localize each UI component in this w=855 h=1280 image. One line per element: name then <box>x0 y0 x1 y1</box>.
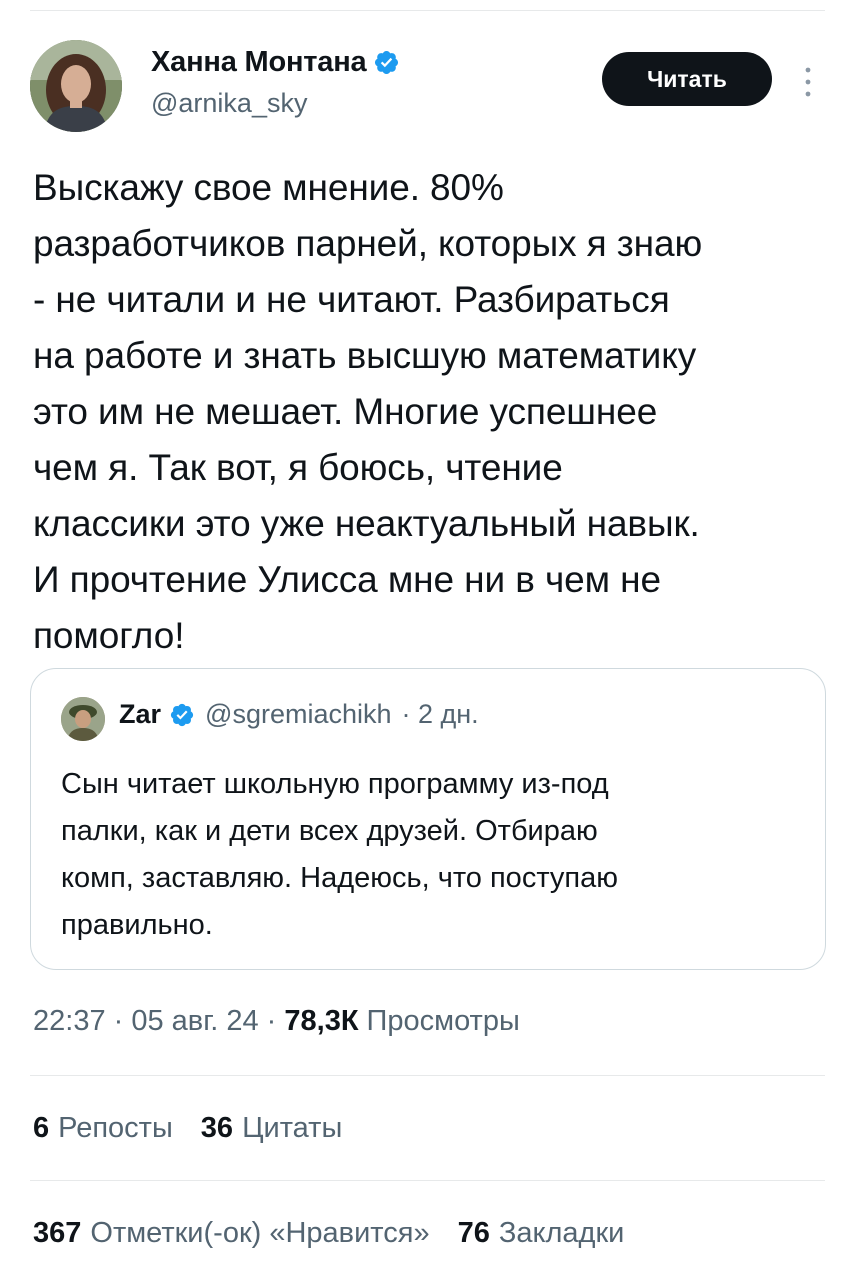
follow-button[interactable]: Читать <box>602 52 772 106</box>
tweet-meta: 22:37 · 05 авг. 24 · 78,3К Просмотры <box>33 1005 520 1038</box>
tweet-header: Ханна Монтана @arnika_sky Читать <box>30 40 825 140</box>
tweet-text: Выскажу свое мнение. 80% разработчиков п… <box>33 167 703 656</box>
views-count: 78,3К <box>284 1005 359 1037</box>
quote-age: · 2 дн. <box>401 699 479 729</box>
author-display-name[interactable]: Ханна Монтана <box>151 46 367 79</box>
author-handle[interactable]: @arnika_sky <box>151 88 307 119</box>
bookmarks-label[interactable]: Закладки <box>499 1217 625 1250</box>
verified-badge-icon <box>170 703 194 726</box>
more-options-icon[interactable] <box>798 62 818 102</box>
author-avatar[interactable] <box>30 40 122 132</box>
quote-text: Сын читает школьную программу из-под пал… <box>61 768 619 941</box>
reposts-label[interactable]: Репосты <box>58 1112 173 1145</box>
tweet-timestamp[interactable]: 22:37 · 05 авг. 24 · <box>33 1005 284 1038</box>
views-label: Просмотры <box>366 1005 520 1037</box>
quotes-label[interactable]: Цитаты <box>242 1112 342 1145</box>
stats-divider-top <box>30 1075 825 1076</box>
top-divider <box>30 10 825 11</box>
likes-label[interactable]: Отметки(-ок) «Нравится» <box>90 1217 429 1250</box>
likes-count[interactable]: 367 <box>33 1217 81 1250</box>
stats-row-reposts: 6 Репосты 36 Цитаты <box>33 1112 370 1145</box>
author-name-row: Ханна Монтана <box>151 46 400 79</box>
quote-header: Zar @sgremiachikh · 2 дн. <box>119 699 479 730</box>
stats-divider-middle <box>30 1180 825 1181</box>
quotes-count[interactable]: 36 <box>201 1112 233 1145</box>
stats-row-likes: 367 Отметки(-ок) «Нравится» 76 Закладки <box>33 1217 652 1250</box>
reposts-count[interactable]: 6 <box>33 1112 49 1145</box>
quote-display-name[interactable]: Zar <box>119 699 161 730</box>
verified-badge-icon <box>375 50 399 75</box>
bookmarks-count[interactable]: 76 <box>458 1217 490 1250</box>
quoted-tweet[interactable]: Zar @sgremiachikh · 2 дн. Сын читает шко… <box>30 668 826 970</box>
tweet-detail-page: Ханна Монтана @arnika_sky Читать Выскажу… <box>0 0 855 1280</box>
quote-author-avatar[interactable] <box>61 697 105 741</box>
quote-handle[interactable]: @sgremiachikh <box>205 699 391 730</box>
